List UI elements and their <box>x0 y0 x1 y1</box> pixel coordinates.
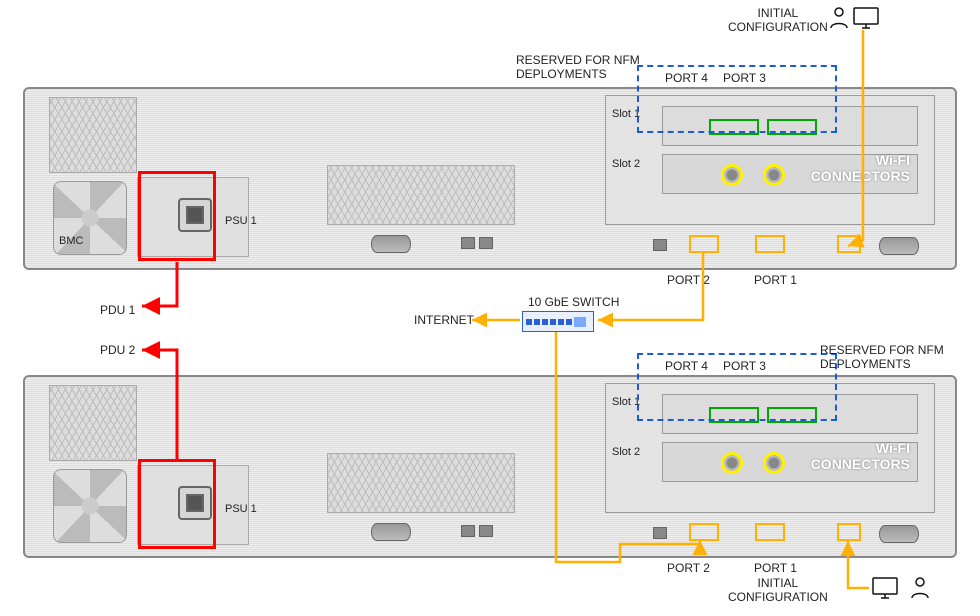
psu-highlight <box>138 459 216 549</box>
ilo-port[interactable] <box>837 523 861 541</box>
psu-label: PSU 1 <box>225 215 257 227</box>
reserved-nfm-label: RESERVED FOR NFM DEPLOYMENTS <box>820 343 944 371</box>
vent-block <box>49 385 137 461</box>
initial-config-label: INITIAL CONFIGURATION <box>728 576 828 604</box>
person-icon <box>908 576 932 600</box>
internet-label: INTERNET <box>414 313 474 327</box>
usb-port-icon <box>461 237 475 249</box>
monitor-icon <box>872 576 902 600</box>
monitor-icon <box>853 6 883 30</box>
sma-connector-icon[interactable] <box>721 452 743 474</box>
rj45-port-1[interactable] <box>755 523 785 541</box>
bmc-label: BMC <box>59 235 83 247</box>
slot-1-label: Slot 1 <box>612 396 640 408</box>
psu-label: PSU 1 <box>225 503 257 515</box>
uid-port-icon <box>653 239 667 251</box>
person-icon <box>827 6 851 30</box>
port2-label: PORT 2 <box>667 561 710 575</box>
ilo-port[interactable] <box>837 235 861 253</box>
serial-port-icon <box>371 235 411 253</box>
slot-2-label: Slot 2 <box>612 158 640 170</box>
uid-port-icon <box>653 527 667 539</box>
initial-config-label: INITIAL CONFIGURATION <box>728 6 828 34</box>
usb-port-icon <box>461 525 475 537</box>
sma-connector-icon[interactable] <box>763 452 785 474</box>
psu-highlight <box>138 171 216 261</box>
network-switch-icon <box>522 311 594 332</box>
port1-label: PORT 1 <box>754 273 797 287</box>
vent-block <box>327 453 515 513</box>
port3-label: PORT 3 <box>723 71 766 85</box>
port4-label: PORT 4 <box>665 71 708 85</box>
sma-connector-icon[interactable] <box>763 164 785 186</box>
wifi-connectors-label: Wi-FI CONNECTORS <box>806 152 910 184</box>
usb-port-icon <box>479 525 493 537</box>
port3-label: PORT 3 <box>723 359 766 373</box>
slot-2-label: Slot 2 <box>612 446 640 458</box>
port1-label: PORT 1 <box>754 561 797 575</box>
pdu2-label: PDU 2 <box>100 343 135 357</box>
slot-1-label: Slot 1 <box>612 108 640 120</box>
sma-connector-icon[interactable] <box>721 164 743 186</box>
vga-port-icon <box>879 237 919 255</box>
vent-block <box>327 165 515 225</box>
port2-label: PORT 2 <box>667 273 710 287</box>
usb-port-icon <box>479 237 493 249</box>
rj45-port-2[interactable] <box>689 235 719 253</box>
switch-label: 10 GbE SWITCH <box>528 295 619 309</box>
vent-block <box>49 97 137 173</box>
serial-port-icon <box>371 523 411 541</box>
rj45-port-1[interactable] <box>755 235 785 253</box>
rj45-port-2[interactable] <box>689 523 719 541</box>
psu-fan-icon <box>53 469 127 543</box>
pdu1-label: PDU 1 <box>100 303 135 317</box>
vga-port-icon <box>879 525 919 543</box>
reserved-nfm-label: RESERVED FOR NFM DEPLOYMENTS <box>516 53 640 81</box>
wifi-connectors-label: Wi-FI CONNECTORS <box>806 440 910 472</box>
port4-label: PORT 4 <box>665 359 708 373</box>
